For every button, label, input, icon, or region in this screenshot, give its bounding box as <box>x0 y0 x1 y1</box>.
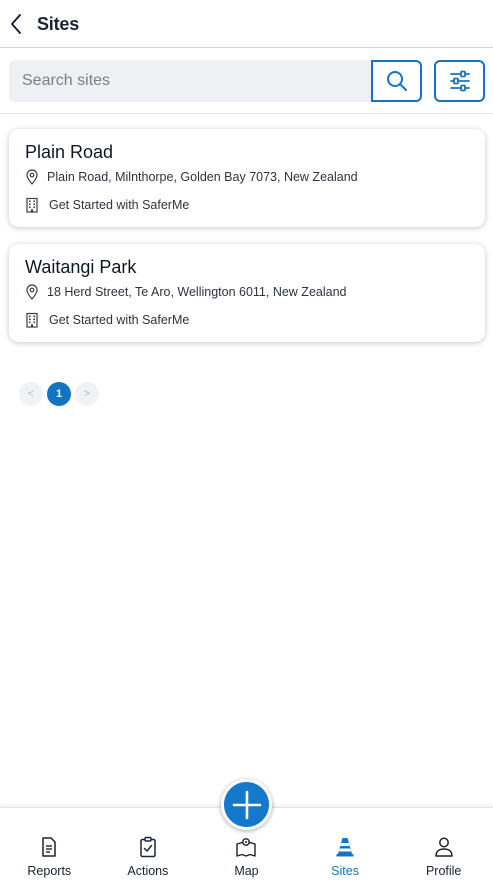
nav-label: Reports <box>27 864 72 878</box>
reports-icon <box>42 837 57 857</box>
building-icon <box>26 312 38 328</box>
site-type: Get Started with SaferMe <box>49 198 190 212</box>
cone-icon <box>336 838 354 857</box>
site-address: Plain Road, Milnthorpe, Golden Bay 7073,… <box>47 170 358 184</box>
page-title: Sites <box>37 14 80 34</box>
pagination-prev-button[interactable]: < <box>19 382 43 406</box>
filter-button[interactable] <box>434 60 485 102</box>
search-input[interactable] <box>9 60 371 102</box>
chevron-left-icon <box>11 14 21 34</box>
site-card[interactable]: Plain Road Plain Road, Milnthorpe, Golde… <box>9 129 485 227</box>
site-name: Waitangi Park <box>25 257 137 277</box>
search-icon <box>386 71 407 91</box>
add-button[interactable] <box>221 779 272 830</box>
nav-item-actions[interactable]: Actions <box>99 808 198 891</box>
site-card[interactable]: Waitangi Park 18 Herd Street, Te Aro, We… <box>9 244 485 342</box>
plus-icon <box>232 790 261 819</box>
pagination: < 1 > <box>19 382 99 406</box>
sliders-icon <box>449 70 470 92</box>
nav-label: Map <box>234 864 259 878</box>
search-button[interactable] <box>371 60 422 102</box>
map-pin-icon <box>26 284 38 300</box>
map-pin-icon <box>26 169 38 185</box>
nav-item-sites[interactable]: Sites <box>296 808 395 891</box>
nav-label: Profile <box>425 864 462 878</box>
nav-item-profile[interactable]: Profile <box>394 808 493 891</box>
map-icon <box>236 838 257 857</box>
person-icon <box>434 837 453 857</box>
pagination-page-button[interactable]: 1 <box>47 382 71 406</box>
back-button[interactable] <box>4 10 28 38</box>
app-header: Sites <box>0 0 493 48</box>
divider <box>0 113 493 114</box>
nav-label: Actions <box>127 864 169 878</box>
building-icon <box>26 197 38 213</box>
pagination-next-button[interactable]: > <box>75 382 99 406</box>
site-type: Get Started with SaferMe <box>49 313 190 327</box>
nav-item-reports[interactable]: Reports <box>0 808 99 891</box>
search-bar <box>9 60 485 102</box>
site-address: 18 Herd Street, Te Aro, Wellington 6011,… <box>47 285 347 299</box>
nav-label: Sites <box>331 864 359 878</box>
clipboard-check-icon <box>140 836 156 858</box>
site-name: Plain Road <box>25 142 114 162</box>
